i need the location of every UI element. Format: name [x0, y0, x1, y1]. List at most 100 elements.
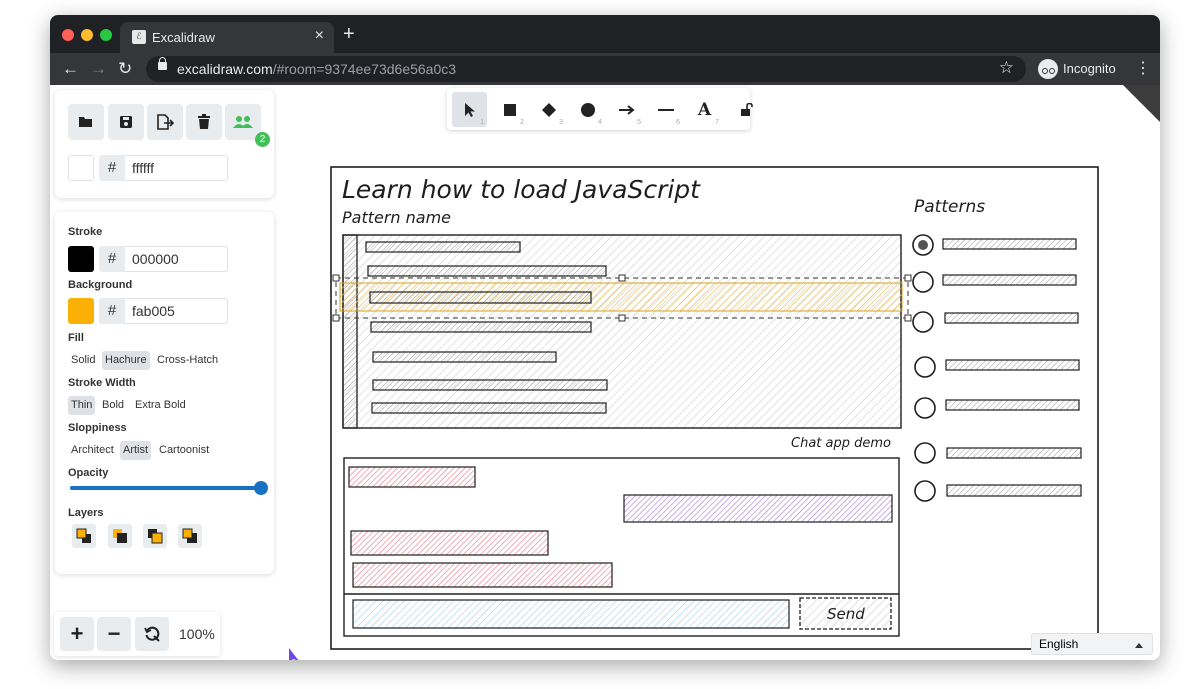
- radio-label-bar[interactable]: [942, 274, 1077, 286]
- fill-option-solid[interactable]: Solid: [68, 351, 98, 370]
- opacity-slider-track[interactable]: [70, 481, 268, 495]
- zoom-window-dot[interactable]: [100, 29, 112, 41]
- canvas-background-swatch[interactable]: [68, 155, 94, 181]
- chat-message-bubble[interactable]: [352, 562, 613, 588]
- resize-handle[interactable]: [904, 314, 912, 322]
- back-icon[interactable]: ←: [62, 59, 79, 79]
- users-icon: [233, 116, 253, 128]
- pattern-name-label[interactable]: Pattern name: [342, 208, 451, 227]
- chat-message-bubble[interactable]: [623, 494, 893, 523]
- tool-selection[interactable]: 1: [452, 92, 487, 127]
- patterns-label[interactable]: Patterns: [914, 197, 985, 217]
- tool-rectangle[interactable]: 2: [492, 92, 527, 127]
- pattern-row-bar[interactable]: [371, 402, 607, 414]
- background-color-swatch[interactable]: [68, 298, 94, 324]
- profile-label[interactable]: Incognito: [1063, 61, 1116, 76]
- opacity-slider-thumb[interactable]: [254, 481, 268, 495]
- lock-tool-button[interactable]: [740, 102, 754, 122]
- chat-send-label[interactable]: Send: [827, 605, 865, 623]
- radio-option[interactable]: [914, 480, 936, 502]
- radio-label-bar[interactable]: [944, 312, 1079, 324]
- canvas-title[interactable]: Learn how to load JavaScript: [342, 175, 701, 204]
- radio-label-bar[interactable]: [945, 399, 1080, 411]
- pattern-row-bar[interactable]: [372, 379, 608, 391]
- collaborator-count-badge: 2: [255, 132, 270, 147]
- canvas-background-hex-input[interactable]: ffffff: [125, 155, 228, 181]
- zoom-out-button[interactable]: −: [97, 617, 131, 651]
- url-field[interactable]: excalidraw.com/#room=9374ee73d6e56a0c3 ☆: [146, 56, 1026, 82]
- canvas-bg-hash: #: [99, 155, 125, 181]
- bring-forward-button[interactable]: [143, 524, 167, 548]
- resize-handle[interactable]: [332, 274, 340, 282]
- background-hex-input[interactable]: fab005: [125, 298, 228, 324]
- radio-option[interactable]: [914, 356, 936, 378]
- radio-label-bar[interactable]: [942, 238, 1077, 250]
- pattern-list-scrollbar[interactable]: [342, 234, 358, 429]
- pattern-row-bar[interactable]: [372, 351, 557, 363]
- chat-message-bubble[interactable]: [348, 466, 476, 488]
- pattern-row-bar[interactable]: [365, 241, 521, 253]
- sloppiness-label: Sloppiness: [68, 422, 127, 434]
- send-backward-icon: [113, 529, 127, 543]
- chat-caption[interactable]: Chat app demo: [791, 436, 891, 451]
- open-button[interactable]: [68, 104, 104, 140]
- reload-icon[interactable]: ↻: [118, 59, 132, 79]
- radio-option[interactable]: [914, 442, 936, 464]
- browser-tab[interactable]: ℰ Excalidraw ×: [120, 22, 334, 53]
- export-button[interactable]: [147, 104, 183, 140]
- stroke-width-thin[interactable]: Thin: [68, 396, 96, 415]
- radio-option[interactable]: [914, 397, 936, 419]
- bookmark-star-icon[interactable]: ☆: [999, 58, 1014, 78]
- save-button[interactable]: [108, 104, 144, 140]
- pattern-row-bar[interactable]: [367, 265, 607, 277]
- tool-arrow[interactable]: 5: [609, 92, 644, 127]
- radio-option[interactable]: [912, 271, 934, 293]
- trash-icon: [198, 114, 210, 129]
- pattern-row-bar[interactable]: [369, 291, 592, 304]
- resize-handle[interactable]: [332, 314, 340, 322]
- radio-label-bar[interactable]: [945, 359, 1080, 371]
- fill-option-cross-hatch[interactable]: Cross-Hatch: [154, 351, 221, 370]
- radio-label-bar[interactable]: [946, 447, 1082, 459]
- sloppiness-cartoonist[interactable]: Cartoonist: [156, 441, 212, 460]
- pattern-row-bar[interactable]: [370, 321, 592, 333]
- send-to-back-button[interactable]: [72, 524, 96, 548]
- tool-diamond[interactable]: 3: [531, 92, 566, 127]
- resize-handle[interactable]: [904, 274, 912, 282]
- bring-to-front-button[interactable]: [178, 524, 202, 548]
- bring-to-front-icon: [182, 528, 197, 543]
- resize-handle[interactable]: [618, 314, 626, 322]
- browser-menu-icon[interactable]: ⋮: [1135, 58, 1151, 78]
- sloppiness-architect[interactable]: Architect: [68, 441, 117, 460]
- zoom-panel: + − 100%: [54, 612, 220, 656]
- tool-key: 1: [480, 119, 484, 126]
- close-window-dot[interactable]: [62, 29, 74, 41]
- language-select[interactable]: English: [1031, 633, 1153, 655]
- tool-line[interactable]: 6: [648, 92, 683, 127]
- new-tab-button[interactable]: +: [343, 24, 355, 44]
- incognito-icon[interactable]: [1038, 59, 1058, 79]
- chat-message-bubble[interactable]: [350, 530, 549, 556]
- minimize-window-dot[interactable]: [81, 29, 93, 41]
- send-backward-button[interactable]: [108, 524, 132, 548]
- save-icon: [120, 116, 132, 128]
- collaborator-cursor-icon: [289, 648, 299, 660]
- zoom-reset-button[interactable]: [135, 617, 169, 651]
- fill-option-hachure[interactable]: Hachure: [102, 351, 150, 370]
- stroke-width-bold[interactable]: Bold: [99, 396, 127, 415]
- zoom-in-button[interactable]: +: [60, 617, 94, 651]
- stroke-hex-input[interactable]: 000000: [125, 246, 228, 272]
- tab-close-icon[interactable]: ×: [315, 27, 324, 45]
- browser-window: ℰ Excalidraw × + ← → ↻ excalidraw.com/#r…: [50, 15, 1160, 660]
- radio-label-bar[interactable]: [946, 484, 1082, 497]
- stroke-color-swatch[interactable]: [68, 246, 94, 272]
- clear-canvas-button[interactable]: [186, 104, 222, 140]
- resize-handle[interactable]: [618, 274, 626, 282]
- tool-ellipse[interactable]: 4: [570, 92, 605, 127]
- stroke-width-extra-bold[interactable]: Extra Bold: [132, 396, 189, 415]
- forward-icon[interactable]: →: [90, 59, 107, 79]
- sloppiness-artist[interactable]: Artist: [120, 441, 152, 460]
- radio-option[interactable]: [912, 311, 934, 333]
- chat-input-box[interactable]: [352, 599, 790, 629]
- tool-text[interactable]: A 7: [687, 92, 722, 127]
